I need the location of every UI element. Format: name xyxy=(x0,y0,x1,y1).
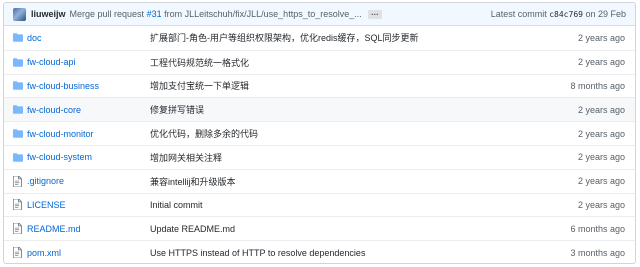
file-name-link[interactable]: README.md xyxy=(27,224,150,234)
file-row[interactable]: fw-cloud-system 增加网关相关注释 2 years ago xyxy=(4,144,635,169)
expand-commit-button[interactable]: … xyxy=(367,8,382,19)
commit-message-prefix[interactable]: Merge pull request xyxy=(70,9,145,19)
file-name-link[interactable]: fw-cloud-system xyxy=(27,152,150,162)
file-name-link[interactable]: .gitignore xyxy=(27,176,150,186)
commit-message-link[interactable]: 工程代码规范统一格式化 xyxy=(150,56,545,69)
file-name-link[interactable]: fw-cloud-core xyxy=(27,105,150,115)
commit-message-link[interactable]: 增加网关相关注释 xyxy=(150,151,545,164)
file-name-link[interactable]: doc xyxy=(27,33,150,43)
file-row[interactable]: fw-cloud-monitor 优化代码，删除多余的代码 2 years ago xyxy=(4,121,635,145)
latest-commit-info: Latest commit c84c769 on 29 Feb xyxy=(491,9,626,19)
file-row[interactable]: doc 扩展部门-角色-用户等组织权限架构，优化redis缓存，SQL同步更新 2 … xyxy=(4,26,635,50)
file-name-link[interactable]: fw-cloud-api xyxy=(27,57,150,67)
commit-age: 8 months ago xyxy=(570,80,625,91)
commit-message-link[interactable]: 兼容intellij和升级版本 xyxy=(150,175,545,188)
folder-icon xyxy=(13,129,23,138)
folder-icon xyxy=(13,105,23,115)
file-name-link[interactable]: fw-cloud-monitor xyxy=(27,129,150,139)
commit-message-link[interactable]: Update README.md xyxy=(150,224,545,234)
file-row[interactable]: LICENSE Initial commit 2 years ago xyxy=(4,192,635,217)
folder-icon xyxy=(13,57,23,67)
commit-age: 2 years ago xyxy=(577,199,625,210)
latest-commit-label: Latest commit xyxy=(490,9,547,19)
commit-age: 2 years ago xyxy=(577,152,625,163)
file-row[interactable]: pom.xml Use HTTPS instead of HTTP to reso… xyxy=(4,240,635,263)
file-name-link[interactable]: pom.xml xyxy=(27,248,150,258)
commit-age: 3 months ago xyxy=(570,247,625,258)
commit-age: 2 years ago xyxy=(577,32,625,43)
avatar[interactable] xyxy=(13,7,26,21)
commit-message-link[interactable]: 修复拼写错误 xyxy=(150,103,545,116)
commit-message-rest[interactable]: from JLLeitschuh/fix/JLL/use_https_to_re… xyxy=(164,9,362,19)
file-icon xyxy=(13,247,23,259)
file-row[interactable]: fw-cloud-api 工程代码规范统一格式化 2 years ago xyxy=(4,49,635,74)
pull-request-link[interactable]: #31 xyxy=(147,9,162,19)
commit-message-link[interactable]: Initial commit xyxy=(150,200,545,210)
file-name-link[interactable]: fw-cloud-business xyxy=(27,81,150,91)
commit-message-link[interactable]: 扩展部门-角色-用户等组织权限架构，优化redis缓存，SQL同步更新 xyxy=(150,31,545,44)
folder-icon xyxy=(13,153,23,162)
commit-age: 6 months ago xyxy=(570,223,625,234)
file-name-link[interactable]: LICENSE xyxy=(27,200,150,210)
commit-age: 2 years ago xyxy=(577,128,625,139)
commit-age: 2 years ago xyxy=(577,104,625,115)
file-row[interactable]: README.md Update README.md 6 months ago xyxy=(4,216,635,240)
commit-date: on 29 Feb xyxy=(585,9,626,19)
folder-icon xyxy=(13,33,23,43)
file-icon xyxy=(13,175,23,187)
commit-message-link[interactable]: 增加支付宝统一下单逻辑 xyxy=(150,79,545,92)
file-list: doc 扩展部门-角色-用户等组织权限架构，优化redis缓存，SQL同步更新 2 … xyxy=(4,26,635,263)
file-row[interactable]: .gitignore 兼容intellij和升级版本 2 years ago xyxy=(4,168,635,193)
latest-commit-bar: liuweijw Merge pull request #31 from JLL… xyxy=(4,3,635,26)
file-browser: liuweijw Merge pull request #31 from JLL… xyxy=(3,2,636,264)
file-row[interactable]: fw-cloud-business 增加支付宝统一下单逻辑 8 months ago xyxy=(4,73,635,98)
file-row[interactable]: fw-cloud-core 修复拼写错误 2 years ago xyxy=(4,97,635,122)
commit-message: Merge pull request #31 from JLLeitschuh/… xyxy=(70,9,362,19)
commit-age: 2 years ago xyxy=(577,57,625,68)
commit-author-link[interactable]: liuweijw xyxy=(31,9,66,19)
file-icon xyxy=(13,223,23,235)
folder-icon xyxy=(13,81,23,91)
commit-message-link[interactable]: Use HTTPS instead of HTTP to resolve dep… xyxy=(150,248,545,258)
commit-message-link[interactable]: 优化代码，删除多余的代码 xyxy=(150,127,545,140)
commit-sha-link[interactable]: c84c769 xyxy=(549,10,583,19)
commit-age: 2 years ago xyxy=(577,176,625,187)
file-icon xyxy=(13,199,23,211)
